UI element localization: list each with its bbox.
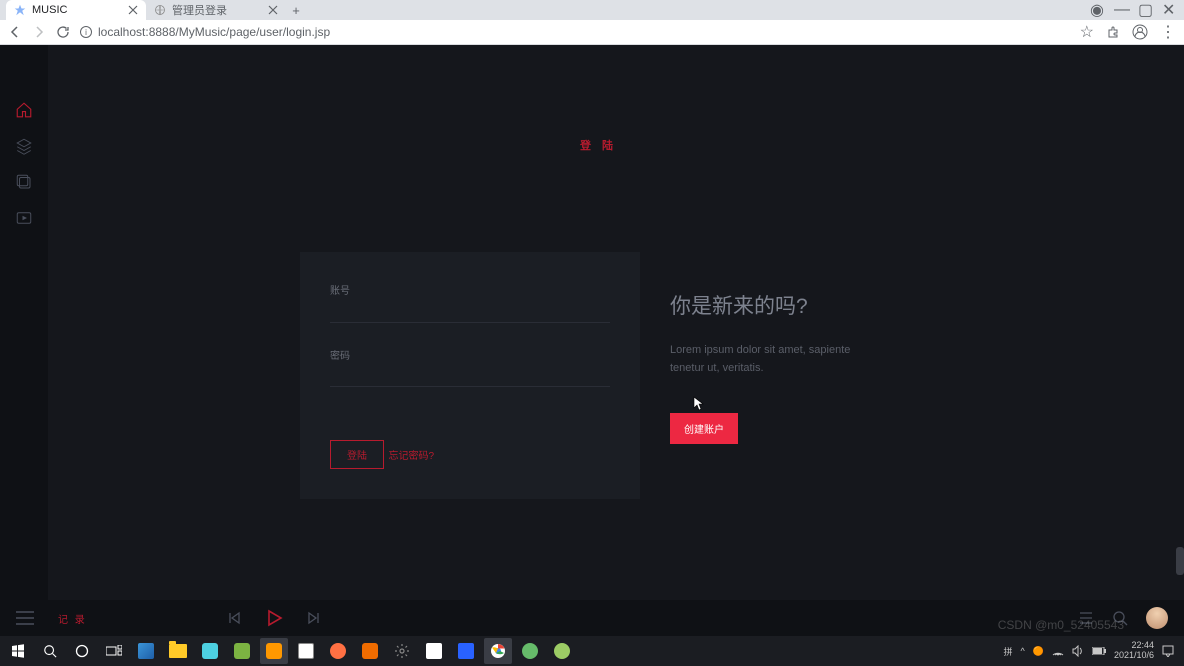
- browser-tab-bar: MUSIC 管理员登录 + ◉ — ▢ ✕: [0, 0, 1184, 20]
- url-field[interactable]: i localhost:8888/MyMusic/page/user/login…: [80, 25, 1070, 39]
- cortana-button[interactable]: [68, 638, 96, 664]
- app-icon[interactable]: [196, 638, 224, 664]
- album-icon[interactable]: [15, 173, 33, 191]
- app-icon[interactable]: [420, 638, 448, 664]
- prev-track-icon[interactable]: [227, 611, 241, 625]
- app-icon[interactable]: [548, 638, 576, 664]
- forward-button[interactable]: [32, 25, 46, 39]
- login-card: 账号 密码 登陆 忘记密码?: [300, 252, 640, 499]
- queue-icon[interactable]: [1078, 610, 1094, 626]
- clock[interactable]: 22:44 2021/10/6: [1114, 641, 1154, 661]
- app-icon[interactable]: [516, 638, 544, 664]
- username-input[interactable]: [330, 305, 610, 323]
- app-icon[interactable]: [292, 638, 320, 664]
- reload-button[interactable]: [56, 25, 70, 39]
- close-icon[interactable]: [128, 5, 138, 15]
- browser-tab-1[interactable]: MUSIC: [6, 0, 146, 20]
- taskview-button[interactable]: [100, 638, 128, 664]
- network-icon[interactable]: [1052, 645, 1064, 657]
- settings-icon[interactable]: [388, 638, 416, 664]
- close-icon[interactable]: [268, 5, 278, 15]
- tab-favicon: [14, 4, 26, 16]
- password-label: 密码: [330, 347, 610, 362]
- app-icon[interactable]: [324, 638, 352, 664]
- tab-title: MUSIC: [32, 4, 122, 16]
- play-icon[interactable]: [265, 609, 283, 627]
- back-button[interactable]: [8, 25, 22, 39]
- tab-favicon: [154, 4, 166, 16]
- app-icon[interactable]: [228, 638, 256, 664]
- ime-indicator[interactable]: 拼: [1003, 645, 1012, 658]
- site-info-icon[interactable]: i: [80, 26, 92, 38]
- layers-icon[interactable]: [15, 137, 33, 155]
- minimize-icon[interactable]: —: [1114, 1, 1126, 19]
- browser-tab-2[interactable]: 管理员登录: [146, 0, 286, 20]
- search-icon[interactable]: [1112, 610, 1128, 626]
- password-input[interactable]: [330, 369, 610, 387]
- playlist-icon[interactable]: [15, 209, 33, 227]
- browser-address-bar: i localhost:8888/MyMusic/page/user/login…: [0, 20, 1184, 45]
- signup-panel: 你是新来的吗? Lorem ipsum dolor sit amet, sapi…: [670, 290, 870, 444]
- username-label: 账号: [330, 282, 610, 297]
- close-window-icon[interactable]: ✕: [1162, 0, 1174, 20]
- window-controls: ◉ — ▢ ✕: [1090, 0, 1184, 20]
- login-button[interactable]: 登陆: [330, 440, 384, 469]
- explorer-icon[interactable]: [164, 638, 192, 664]
- profile-icon[interactable]: [1132, 24, 1148, 40]
- menu-icon[interactable]: [16, 611, 34, 625]
- signup-desc: Lorem ipsum dolor sit amet, sapiente ten…: [670, 342, 870, 377]
- page-heading: 登 陆: [580, 137, 617, 153]
- create-account-button[interactable]: 创建账户: [670, 413, 738, 444]
- search-button[interactable]: [36, 638, 64, 664]
- app-icon[interactable]: [260, 638, 288, 664]
- url-text: localhost:8888/MyMusic/page/user/login.j…: [98, 25, 330, 39]
- date-text: 2021/10/6: [1114, 651, 1154, 661]
- home-icon[interactable]: [15, 101, 33, 119]
- avatar[interactable]: [1146, 607, 1168, 629]
- app-icon[interactable]: [452, 638, 480, 664]
- signup-title: 你是新来的吗?: [670, 290, 870, 320]
- windows-taskbar: CSDN @m0_52405543 拼 ^ 🟠 22:44 2021/10/6: [0, 636, 1184, 666]
- menu-icon[interactable]: ⋮: [1160, 22, 1176, 42]
- forgot-password-link[interactable]: 忘记密码?: [388, 447, 434, 462]
- bookmark-icon[interactable]: ☆: [1080, 22, 1094, 42]
- start-button[interactable]: [4, 638, 32, 664]
- app-icon[interactable]: [132, 638, 160, 664]
- player-label: 记 录: [58, 611, 87, 626]
- page-content: 登 陆 账号 密码 登陆 忘记密码? 你是新来的吗? Lorem ipsum d…: [0, 45, 1184, 636]
- maximize-icon[interactable]: ▢: [1138, 0, 1150, 20]
- notifications-icon[interactable]: [1162, 645, 1174, 657]
- new-tab-button[interactable]: +: [286, 0, 306, 20]
- chrome-icon[interactable]: [484, 638, 512, 664]
- volume-icon[interactable]: [1072, 645, 1084, 657]
- extensions-icon[interactable]: [1106, 25, 1120, 39]
- system-tray: CSDN @m0_52405543 拼 ^ 🟠 22:44 2021/10/6: [1003, 641, 1180, 661]
- next-track-icon[interactable]: [307, 611, 321, 625]
- side-nav: [0, 45, 48, 600]
- tray-icon[interactable]: 🟠: [1033, 646, 1044, 657]
- player-bar: 记 录: [0, 600, 1184, 636]
- incognito-icon: ◉: [1090, 0, 1102, 20]
- app-icon[interactable]: [356, 638, 384, 664]
- tab-title: 管理员登录: [172, 2, 262, 18]
- battery-icon[interactable]: [1092, 647, 1106, 655]
- tray-chevron-icon[interactable]: ^: [1021, 646, 1025, 656]
- scrollbar-thumb[interactable]: [1176, 547, 1184, 575]
